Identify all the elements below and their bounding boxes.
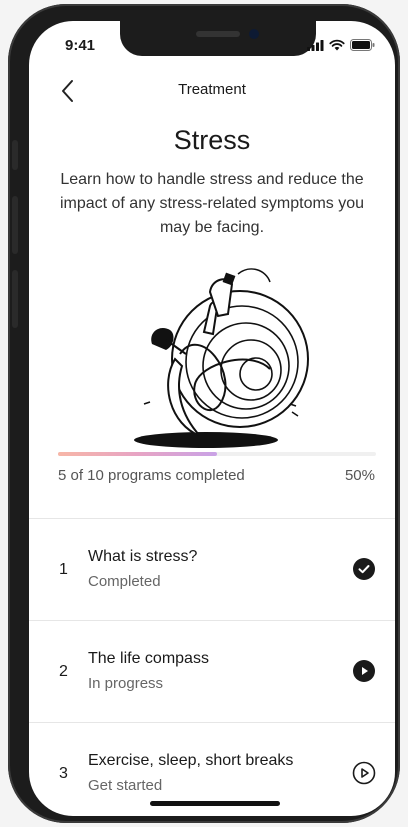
- progress-bar: [58, 452, 376, 456]
- status-icons: [307, 39, 375, 51]
- volume-up-button: [12, 196, 18, 254]
- phone-frame: 9:41 Treatment Stress Learn how to handl…: [8, 4, 400, 823]
- play-circle-outline-icon: [352, 761, 376, 785]
- program-row-1[interactable]: 1 What is stress? Completed: [29, 518, 395, 620]
- program-title: The life compass: [88, 650, 209, 667]
- stress-illustration: [134, 268, 309, 448]
- volume-down-button: [12, 270, 18, 328]
- wifi-icon: [329, 39, 345, 51]
- notch: [120, 21, 316, 56]
- program-status: In progress: [88, 675, 164, 692]
- program-number: 2: [59, 663, 68, 680]
- nav-title: Treatment: [178, 81, 246, 98]
- program-number: 1: [59, 561, 68, 578]
- program-title: Exercise, sleep, short breaks: [88, 752, 294, 769]
- program-number: 3: [59, 765, 68, 782]
- progress-label: 5 of 10 programs completed: [58, 467, 245, 484]
- progress-bar-fill: [58, 452, 217, 456]
- program-title: What is stress?: [88, 548, 198, 565]
- app-screen: 9:41 Treatment Stress Learn how to handl…: [29, 21, 395, 816]
- page-description: Learn how to handle stress and reduce th…: [59, 171, 365, 236]
- program-row-2[interactable]: 2 The life compass In progress: [29, 620, 395, 722]
- front-camera: [249, 29, 259, 39]
- status-time: 9:41: [65, 37, 96, 54]
- play-circle-filled-icon: [353, 660, 375, 682]
- mute-switch: [12, 140, 18, 170]
- program-status: Get started: [88, 777, 163, 794]
- program-status: Completed: [88, 573, 161, 590]
- home-indicator[interactable]: [150, 801, 280, 806]
- battery-icon: [350, 39, 375, 51]
- speaker: [196, 31, 240, 37]
- check-circle-icon: [353, 558, 375, 580]
- page-title: Stress: [173, 125, 251, 155]
- cellular-signal-icon: [307, 40, 324, 51]
- progress-percent: 50%: [344, 467, 375, 484]
- program-list: 1 What is stress? Completed 2 The life c…: [29, 518, 395, 816]
